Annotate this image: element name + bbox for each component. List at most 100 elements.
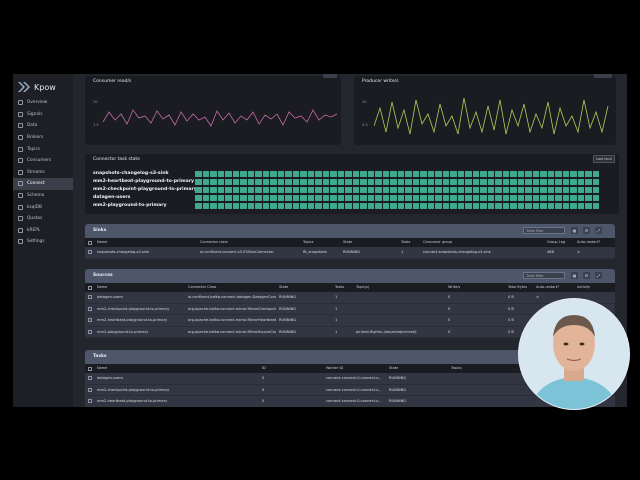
task-state-cell[interactable] (570, 171, 577, 177)
task-state-cell[interactable] (337, 171, 344, 177)
task-state-cell[interactable] (442, 179, 449, 185)
task-state-cell[interactable] (322, 187, 329, 193)
task-state-cell[interactable] (232, 187, 239, 193)
task-state-cell[interactable] (487, 187, 494, 193)
task-state-cell[interactable] (285, 195, 292, 201)
task-state-cell[interactable] (412, 171, 419, 177)
task-state-cell[interactable] (330, 179, 337, 185)
task-state-cell[interactable] (592, 179, 599, 185)
task-state-cell[interactable] (277, 195, 284, 201)
task-state-cell[interactable] (540, 203, 547, 209)
column-header[interactable]: Group Lag (547, 240, 565, 244)
task-state-cell[interactable] (487, 171, 494, 177)
brand[interactable]: Kpow (18, 80, 56, 94)
task-state-cell[interactable] (517, 195, 524, 201)
task-state-cell[interactable] (330, 195, 337, 201)
column-header[interactable]: Connector class (200, 240, 228, 244)
task-state-cell[interactable] (562, 195, 569, 201)
task-state-cell[interactable] (277, 179, 284, 185)
task-state-cell[interactable] (367, 171, 374, 177)
task-state-cell[interactable] (585, 171, 592, 177)
task-state-cell[interactable] (405, 187, 412, 193)
table-row[interactable]: snapshots-changelog-s3-sink io.confluent.… (85, 247, 615, 259)
task-state-cell[interactable] (345, 179, 352, 185)
task-state-cell[interactable] (195, 171, 202, 177)
task-state-cell[interactable] (262, 171, 269, 177)
task-state-cell[interactable] (570, 195, 577, 201)
task-state-cell[interactable] (540, 195, 547, 201)
task-state-cell[interactable] (255, 195, 262, 201)
task-state-cell[interactable] (405, 171, 412, 177)
task-state-cell[interactable] (472, 171, 479, 177)
task-state-cell[interactable] (247, 187, 254, 193)
task-state-cell[interactable] (247, 195, 254, 201)
sidebar-item-overview[interactable]: Overview (13, 97, 73, 109)
task-state-cell[interactable] (517, 179, 524, 185)
task-state-cell[interactable] (502, 195, 509, 201)
task-state-cell[interactable] (375, 195, 382, 201)
sidebar-item-krepl[interactable]: kREPL (13, 225, 73, 237)
task-state-cell[interactable] (442, 187, 449, 193)
column-header[interactable]: Write/s (448, 285, 460, 289)
task-state-cell[interactable] (360, 203, 367, 209)
task-state-cell[interactable] (487, 179, 494, 185)
table-row[interactable]: mm2-heartbeat-playground-to-primary 0 conn… (85, 396, 615, 407)
task-state-cell[interactable] (210, 171, 217, 177)
task-state-cell[interactable] (435, 195, 442, 201)
task-state-cell[interactable] (577, 171, 584, 177)
column-header[interactable]: Topics (451, 366, 462, 370)
task-state-cell[interactable] (592, 171, 599, 177)
task-state-cell[interactable] (322, 195, 329, 201)
task-state-cell[interactable] (195, 203, 202, 209)
task-state-cell[interactable] (592, 203, 599, 209)
task-state-cell[interactable] (195, 179, 202, 185)
task-state-cell[interactable] (195, 195, 202, 201)
row-checkbox[interactable] (88, 376, 92, 380)
task-state-cell[interactable] (390, 187, 397, 193)
column-header[interactable]: State (389, 366, 398, 370)
task-state-cell[interactable] (457, 179, 464, 185)
task-state-cell[interactable] (420, 203, 427, 209)
task-state-cell[interactable] (442, 195, 449, 201)
task-state-cell[interactable] (495, 171, 502, 177)
task-state-cell[interactable] (217, 203, 224, 209)
task-state-cell[interactable] (510, 203, 517, 209)
task-state-cell[interactable] (240, 171, 247, 177)
settings-icon[interactable]: ⚙ (583, 227, 590, 234)
task-state-cell[interactable] (510, 171, 517, 177)
task-state-cell[interactable] (412, 179, 419, 185)
task-state-cell[interactable] (532, 171, 539, 177)
task-state-cell[interactable] (577, 203, 584, 209)
task-state-cell[interactable] (442, 171, 449, 177)
task-state-cell[interactable] (397, 179, 404, 185)
task-state-cell[interactable] (270, 187, 277, 193)
task-state-cell[interactable] (465, 187, 472, 193)
task-state-cell[interactable] (487, 195, 494, 201)
task-state-cell[interactable] (472, 179, 479, 185)
select-all-checkbox[interactable] (88, 241, 92, 245)
task-state-cell[interactable] (367, 187, 374, 193)
task-state-cell[interactable] (592, 187, 599, 193)
expand-icon[interactable]: ⤢ (595, 227, 602, 234)
task-state-cell[interactable] (330, 171, 337, 177)
column-header[interactable]: Name (97, 240, 107, 244)
task-state-cell[interactable] (570, 187, 577, 193)
sidebar-item-ksqldb[interactable]: ksqlDB (13, 201, 73, 213)
task-state-cell[interactable] (285, 187, 292, 193)
task-state-cell[interactable] (465, 203, 472, 209)
task-state-cell[interactable] (397, 187, 404, 193)
task-state-cell[interactable] (450, 179, 457, 185)
task-state-cell[interactable] (532, 187, 539, 193)
task-state-cell[interactable] (292, 187, 299, 193)
task-state-cell[interactable] (570, 179, 577, 185)
task-state-cell[interactable] (547, 187, 554, 193)
task-state-cell[interactable] (232, 179, 239, 185)
task-state-cell[interactable] (217, 195, 224, 201)
task-state-cell[interactable] (225, 171, 232, 177)
task-state-cell[interactable] (435, 179, 442, 185)
chart-menu-button[interactable] (323, 74, 337, 78)
column-header[interactable]: Activity (577, 285, 590, 289)
time-range-button[interactable]: Last hour (593, 155, 615, 163)
task-state-cell[interactable] (240, 179, 247, 185)
task-state-cell[interactable] (300, 171, 307, 177)
